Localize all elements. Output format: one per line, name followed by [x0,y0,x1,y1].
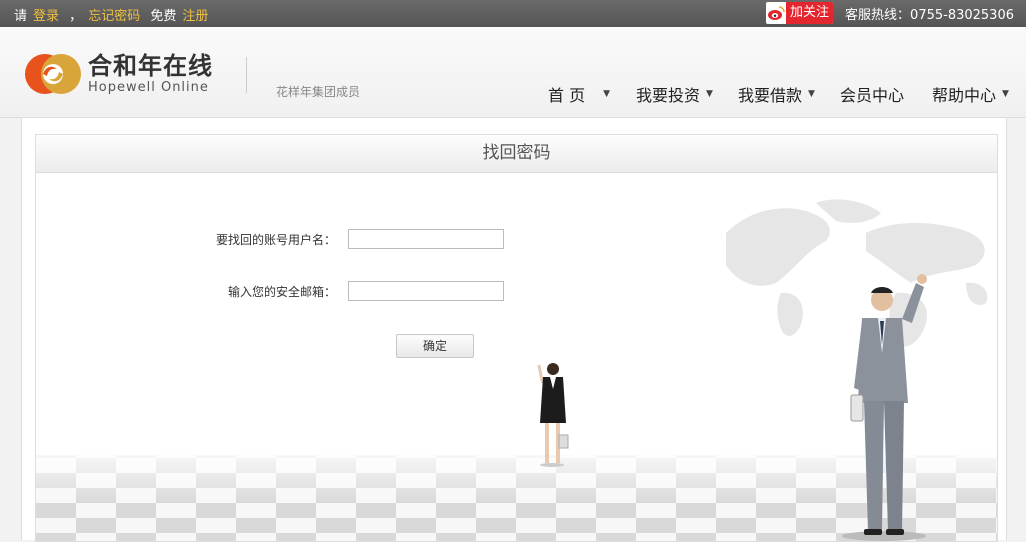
nav-item-label: 会员中心 [840,86,905,105]
logo-mark-icon [25,54,81,94]
world-map-icon [726,199,988,347]
login-link[interactable]: 登录 [33,9,59,24]
nav-item-label: 我要投资 [636,86,701,105]
chevron-down-icon: ▼ [1002,89,1009,99]
brand-name-en: Hopewell Online [88,80,209,95]
recover-password-panel: 找回密码 要找回的账号用户名： 输入您的安全邮箱： 确定 [35,134,998,542]
header-divider [246,57,247,93]
chevron-down-icon: ▼ [808,89,815,99]
nav-item-borrow[interactable]: 我要借款 ▼ [738,82,840,106]
panel-title: 找回密码 [36,135,997,173]
comma-text: ， [69,9,83,24]
forgot-password-link[interactable]: 忘记密码 [88,9,140,24]
brand-name-cn: 合和年在线 [88,52,213,80]
top-bar: 请登录 ， 忘记密码 免费 注册 加关注 客服热线：0755-83025306 [0,0,1026,27]
nav-item-help-center[interactable]: 帮助中心 ▼ [932,82,1009,106]
scene: 要找回的账号用户名： 输入您的安全邮箱： 确定 [36,173,997,541]
email-input[interactable] [348,281,504,301]
nav-item-member-center[interactable]: 会员中心 [840,82,932,106]
site-header: 合和年在线 Hopewell Online 花样年集团成员 首 页 ▼ 我要投资 ▼… [0,27,1026,118]
chevron-down-icon: ▼ [706,89,713,99]
nav-item-label: 首 页 [548,86,586,105]
nav-item-label: 帮助中心 [932,86,997,105]
nav-item-home[interactable]: 首 页 ▼ [548,82,636,106]
email-row: 输入您的安全邮箱： [216,281,504,301]
nav-item-invest[interactable]: 我要投资 ▼ [636,82,738,106]
weibo-follow-button[interactable]: 加关注 [766,2,834,24]
free-text: 免费 [150,9,177,24]
please-text: 请 [14,9,28,24]
username-row: 要找回的账号用户名： [216,229,504,249]
confirm-button[interactable]: 确定 [396,334,474,358]
hotline-text: 客服热线：0755-83025306 [845,7,1014,23]
username-label: 要找回的账号用户名： [216,232,337,247]
follow-label: 加关注 [786,2,834,24]
username-input[interactable] [348,229,504,249]
register-link[interactable]: 注册 [182,9,208,24]
nav-item-label: 我要借款 [738,86,803,105]
main-nav: 首 页 ▼ 我要投资 ▼ 我要借款 ▼ 会员中心 帮助中心 ▼ [548,82,1009,106]
site-logo[interactable]: 合和年在线 Hopewell Online [24,51,213,97]
email-label: 输入您的安全邮箱： [227,284,336,299]
weibo-icon [766,2,786,24]
account-links: 请登录 ， 忘记密码 免费 注册 [14,5,208,24]
group-member-text: 花样年集团成员 [276,85,361,99]
top-right: 加关注 客服热线：0755-83025306 [766,2,1014,24]
background-illustration [36,199,997,541]
chevron-down-icon: ▼ [603,89,611,99]
